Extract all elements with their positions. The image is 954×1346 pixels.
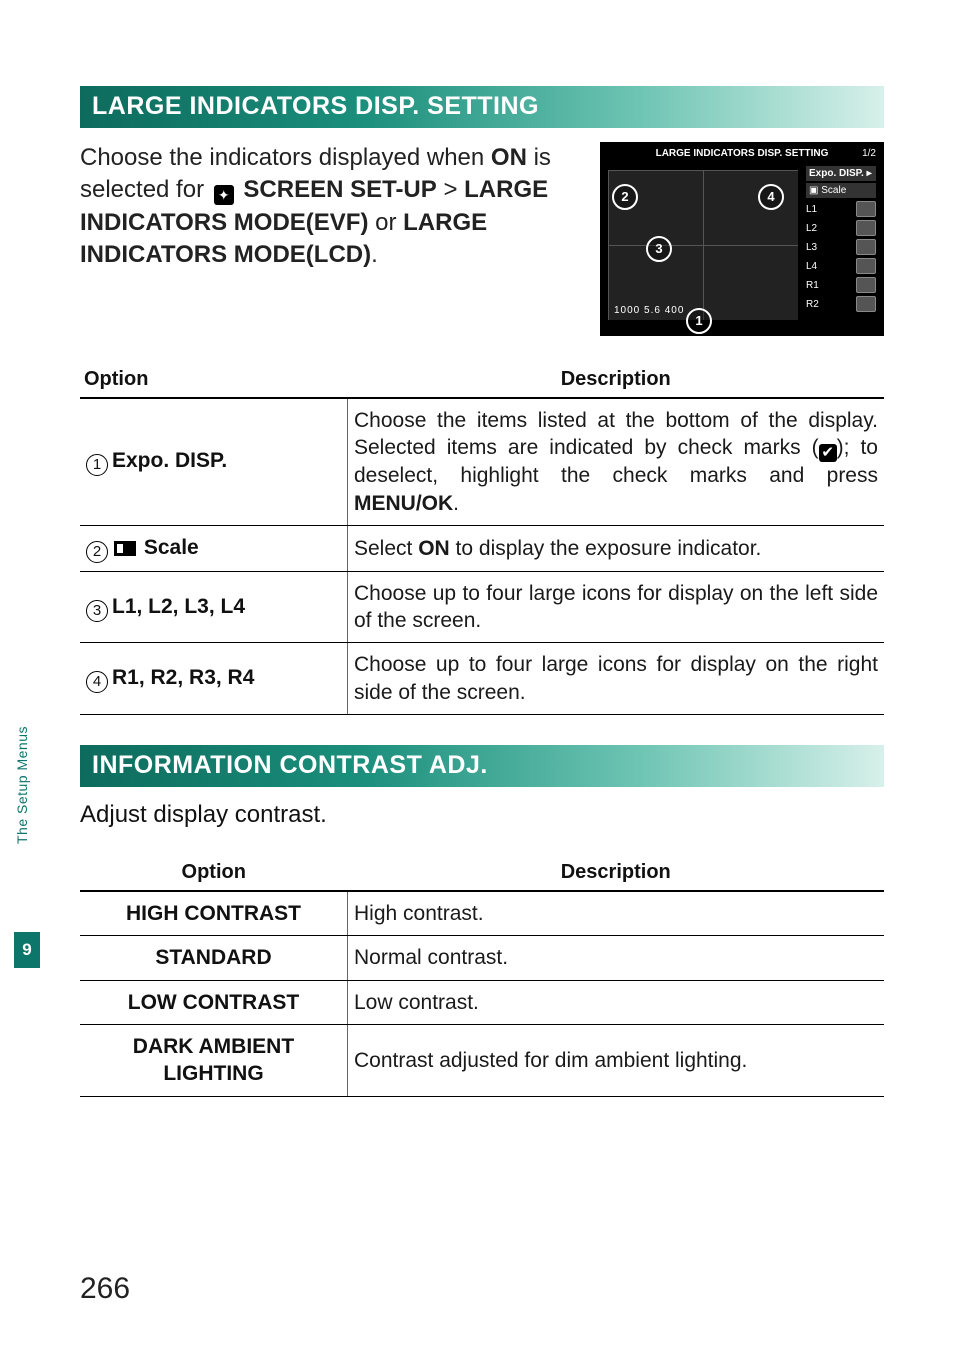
intro-on: ON xyxy=(491,144,527,171)
cam-row: L2 xyxy=(806,220,876,236)
option-label: Scale xyxy=(138,536,199,559)
cam-row: R2 xyxy=(806,296,876,312)
option-desc: Choose up to four large icons for displa… xyxy=(348,643,885,715)
wb-icon xyxy=(856,277,876,293)
option-desc: Select ON to display the exposure indica… xyxy=(348,525,885,571)
table-row: 1Expo. DISP. Choose the items listed at … xyxy=(80,398,884,525)
section1-intro-wrap: Choose the indicators displayed when ON … xyxy=(80,142,884,336)
option-label: R1, R2, R3, R4 xyxy=(112,666,254,689)
section1-table: Option Description 1Expo. DISP. Choose t… xyxy=(80,362,884,715)
table-row: DARK AMBIENT LIGHTING Contrast adjusted … xyxy=(80,1024,884,1096)
callout-4-icon: 4 xyxy=(758,184,784,210)
cam-bottom-readout: 1000 5.6 400 xyxy=(614,305,684,316)
section1-intro: Choose the indicators displayed when ON … xyxy=(80,142,582,336)
checkmark-icon: ✔ xyxy=(819,444,837,462)
option-desc: High contrast. xyxy=(348,891,885,936)
section2-heading: INFORMATION CONTRAST ADJ. xyxy=(80,745,884,787)
option-desc: Normal contrast. xyxy=(348,936,885,980)
option-label: LOW CONTRAST xyxy=(80,980,348,1024)
table-row: STANDARD Normal contrast. xyxy=(80,936,884,980)
table-row: 3L1, L2, L3, L4 Choose up to four large … xyxy=(80,571,884,643)
table-row: LOW CONTRAST Low contrast. xyxy=(80,980,884,1024)
wrench-icon: ✦ xyxy=(214,185,234,205)
table-row: 2 Scale Select ON to display the exposur… xyxy=(80,525,884,571)
film-icon xyxy=(856,296,876,312)
table-header: Option Description xyxy=(80,855,884,891)
cam-row: L1 xyxy=(806,201,876,217)
option-desc: Contrast adjusted for dim ambient lighti… xyxy=(348,1024,885,1096)
option-label: HIGH CONTRAST xyxy=(80,891,348,936)
cam-row: R1 xyxy=(806,277,876,293)
option-desc: Choose up to four large icons for displa… xyxy=(348,571,885,643)
cam-title: LARGE INDICATORS DISP. SETTING xyxy=(602,148,882,159)
chapter-number: 9 xyxy=(14,932,40,968)
option-label: Expo. DISP. xyxy=(112,449,227,472)
callout-3-icon: 3 xyxy=(646,236,672,262)
col-description: Description xyxy=(348,855,885,891)
intro-text: . xyxy=(371,241,378,268)
cam-expo-header: Expo. DISP. ▸ xyxy=(806,166,876,181)
cam-row: L4 xyxy=(806,258,876,274)
iso-icon xyxy=(856,239,876,255)
af-icon xyxy=(856,220,876,236)
section2-intro: Adjust display contrast. xyxy=(80,801,884,829)
intro-setup: SCREEN SET-UP xyxy=(237,176,437,203)
col-description: Description xyxy=(348,362,885,398)
cam-page-indicator: 1/2 xyxy=(862,148,876,159)
cam-scale-row: ▣ Scale xyxy=(806,183,876,198)
side-tab: The Setup Menus xyxy=(14,726,40,926)
cam-live-view: 1000 5.6 400 2 3 4 1 xyxy=(608,170,798,320)
ae-icon xyxy=(856,258,876,274)
cam-row: L3 xyxy=(806,239,876,255)
callout-1-icon: 1 xyxy=(686,308,712,334)
timer-icon xyxy=(856,201,876,217)
num-2-icon: 2 xyxy=(86,541,108,563)
option-desc: Low contrast. xyxy=(348,980,885,1024)
option-label: STANDARD xyxy=(80,936,348,980)
table-header: Option Description xyxy=(80,362,884,398)
table-row: 4R1, R2, R3, R4 Choose up to four large … xyxy=(80,643,884,715)
page-number: 266 xyxy=(80,1272,130,1306)
col-option: Option xyxy=(80,855,348,891)
camera-screen-mock: LARGE INDICATORS DISP. SETTING 1/2 1000 … xyxy=(600,142,884,336)
option-desc: Choose the items listed at the bottom of… xyxy=(348,398,885,525)
num-1-icon: 1 xyxy=(86,454,108,476)
side-tab-label: The Setup Menus xyxy=(14,726,30,844)
option-label: DARK AMBIENT LIGHTING xyxy=(80,1024,348,1096)
col-option: Option xyxy=(80,362,348,398)
section2-table: Option Description HIGH CONTRAST High co… xyxy=(80,855,884,1096)
intro-text: > xyxy=(437,176,464,203)
section2: INFORMATION CONTRAST ADJ. Adjust display… xyxy=(80,745,884,1096)
num-4-icon: 4 xyxy=(86,671,108,693)
ev-scale-icon xyxy=(114,541,136,556)
option-label: L1, L2, L3, L4 xyxy=(112,595,245,618)
cam-right-panel: Expo. DISP. ▸ ▣ Scale L1 L2 L3 L4 R1 R2 xyxy=(806,166,876,312)
callout-2-icon: 2 xyxy=(612,184,638,210)
intro-text: or xyxy=(368,209,403,236)
page: LARGE INDICATORS DISP. SETTING Choose th… xyxy=(0,0,954,1346)
table-row: HIGH CONTRAST High contrast. xyxy=(80,891,884,936)
num-3-icon: 3 xyxy=(86,600,108,622)
section1-heading: LARGE INDICATORS DISP. SETTING xyxy=(80,86,884,128)
intro-text: Choose the indicators displayed when xyxy=(80,144,491,171)
